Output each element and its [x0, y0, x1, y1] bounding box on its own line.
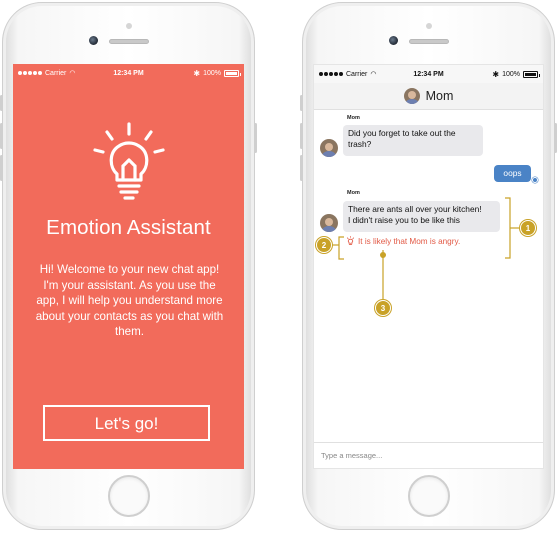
- welcome-message: Hi! Welcome to your new chat app! I'm yo…: [35, 263, 224, 338]
- signal-icon: [18, 71, 42, 75]
- battery-icon: [523, 70, 540, 78]
- sender-avatar: [320, 139, 338, 157]
- proximity-sensor: [425, 23, 432, 29]
- emotion-hint-text: It is likely that Mom is angry.: [358, 236, 461, 246]
- volume-down-button: [300, 155, 303, 181]
- mute-switch: [300, 95, 303, 111]
- wifi-icon: ◠: [370, 71, 377, 78]
- message-line: I didn't raise you to be like this: [348, 215, 460, 225]
- volume-up-button: [0, 123, 3, 149]
- message-line: Did you forget to take out the: [348, 128, 456, 138]
- message-sender: Mom: [347, 115, 360, 121]
- power-button: [554, 123, 557, 153]
- emotion-hint[interactable]: It is likely that Mom is angry.: [346, 236, 460, 246]
- status-bar: Carrier ◠ 12:34 PM ✱ 100%: [13, 64, 244, 82]
- home-button[interactable]: [107, 475, 150, 517]
- callout-2: 2: [316, 237, 332, 253]
- callout-3: 3: [375, 300, 391, 316]
- proximity-sensor: [125, 23, 132, 29]
- signal-icon: [319, 72, 343, 76]
- mute-switch: [0, 95, 3, 111]
- message-bubble-outgoing[interactable]: oops: [494, 165, 531, 182]
- lightbulb-icon: [93, 122, 165, 200]
- power-button: [254, 123, 257, 153]
- message-line: There are ants all over your kitchen!: [348, 204, 482, 214]
- lets-go-button[interactable]: Let's go!: [43, 405, 210, 441]
- sender-avatar: [320, 214, 338, 232]
- battery-percent: 100%: [203, 69, 221, 77]
- message-line: trash?: [348, 139, 372, 149]
- lightbulb-icon: [346, 236, 355, 245]
- message-bubble-incoming[interactable]: There are ants all over your kitchen! I …: [343, 201, 500, 232]
- volume-up-button: [300, 123, 303, 149]
- front-camera-icon: [389, 36, 398, 45]
- battery-icon: [224, 69, 241, 77]
- wifi-icon: ◠: [69, 70, 76, 77]
- earpiece-speaker: [108, 39, 149, 44]
- earpiece-speaker: [408, 39, 449, 44]
- message-sender: Mom: [347, 190, 360, 196]
- message-line: oops: [503, 168, 522, 178]
- home-button[interactable]: [407, 475, 450, 517]
- carrier-label: Carrier: [346, 70, 368, 78]
- status-bar: Carrier ◠ 12:34 PM ✱ 100%: [314, 65, 543, 83]
- welcome-screen: Carrier ◠ 12:34 PM ✱ 100% Emotion Assist…: [13, 64, 244, 469]
- message-input[interactable]: [321, 451, 536, 460]
- front-camera-icon: [89, 36, 98, 45]
- chat-screen: Carrier ◠ 12:34 PM ✱ 100% Mom Mom Did yo…: [313, 64, 544, 469]
- read-receipt-icon: [532, 177, 538, 183]
- app-title: Emotion Assistant: [46, 216, 211, 239]
- callout-1: 1: [520, 220, 536, 236]
- contact-avatar: [403, 88, 420, 104]
- bluetooth-icon: ✱: [193, 68, 201, 78]
- carrier-label: Carrier: [45, 69, 67, 77]
- battery-percent: 100%: [502, 70, 520, 78]
- chat-header[interactable]: Mom: [314, 83, 543, 110]
- contact-name: Mom: [425, 89, 454, 103]
- message-input-bar: [314, 442, 543, 468]
- volume-down-button: [0, 155, 3, 181]
- message-bubble-incoming[interactable]: Did you forget to take out the trash?: [343, 125, 483, 156]
- bluetooth-icon: ✱: [492, 69, 500, 79]
